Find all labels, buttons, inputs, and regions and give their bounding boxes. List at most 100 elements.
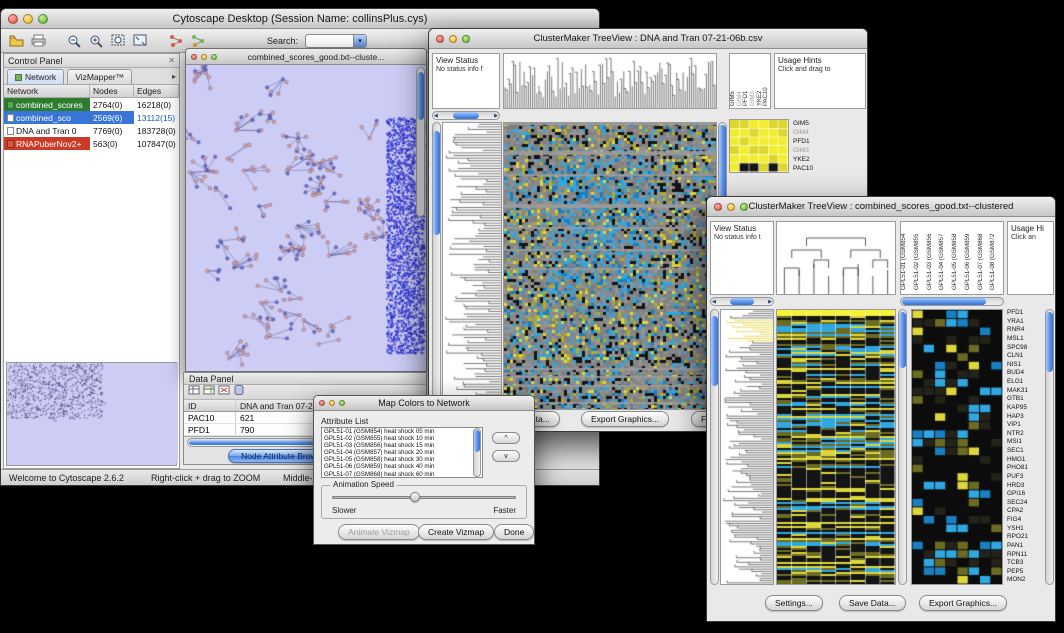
gene-label[interactable]: NTR2 [1007, 430, 1043, 439]
dendrogram-hscrollbar[interactable]: ◀▶ [432, 111, 500, 120]
zoom-button[interactable] [740, 203, 748, 211]
control-panel-close-icon[interactable]: ✕ [168, 56, 175, 65]
move-attribute-up-button[interactable]: ^ [492, 432, 520, 444]
network-list-row[interactable]: RNAPuberNov2+ 563(0) 107847(0) [4, 137, 179, 150]
gene-label[interactable]: CPA2 [1007, 507, 1043, 516]
gene-label[interactable]: SEC1 [1007, 447, 1043, 456]
zoom-row-label[interactable]: GIM3 [793, 146, 863, 155]
network-overview-thumbnail[interactable] [6, 362, 177, 466]
network-overview-canvas[interactable] [7, 363, 178, 463]
cytoscape-titlebar[interactable]: Cytoscape Desktop (Session Name: collins… [1, 9, 599, 29]
close-button[interactable] [191, 54, 197, 60]
zoom-column-label[interactable]: GIM5 [730, 56, 737, 106]
scroll-left-arrow-icon[interactable]: ◀ [712, 299, 716, 305]
row-dendrogram-canvas[interactable] [721, 310, 773, 584]
heatmap-vscrollbar[interactable] [898, 309, 907, 585]
tab-network[interactable]: Network [7, 69, 64, 84]
close-button[interactable] [8, 14, 18, 24]
column-dendrogram-canvas[interactable] [777, 222, 895, 294]
minimize-button[interactable] [727, 203, 735, 211]
network-tree-area[interactable] [4, 150, 179, 360]
attribute-list-item[interactable]: GPL51-04 (GSM857) heat shock 20 min [322, 449, 482, 456]
scroll-right-arrow-icon[interactable]: ▶ [494, 113, 498, 119]
attribute-select-icon[interactable] [188, 383, 200, 401]
zoom-column-label[interactable]: GPL51-07 (GSM868 [978, 224, 991, 290]
gene-label[interactable]: MSL1 [1007, 335, 1043, 344]
animate-vizmap-button[interactable]: Animate Vizmap [338, 524, 420, 540]
gene-label[interactable]: PAN1 [1007, 542, 1043, 551]
gene-label[interactable]: MON2 [1007, 576, 1043, 585]
close-button[interactable] [714, 203, 722, 211]
gene-label[interactable]: RPN11 [1007, 551, 1043, 560]
attribute-create-icon[interactable] [203, 383, 215, 401]
gene-label[interactable]: RNR4 [1007, 326, 1043, 335]
zoom-row-label[interactable]: GIM5 [793, 119, 863, 128]
search-input[interactable]: ▾ [305, 34, 367, 48]
zoom-selected-icon[interactable] [109, 32, 127, 50]
attribute-delete-icon[interactable] [218, 383, 230, 401]
attribute-list-item[interactable]: GPL51-02 (GSM855) heat shock 10 min [322, 435, 482, 442]
close-button[interactable] [436, 35, 444, 43]
column-header-id[interactable]: ID [184, 400, 236, 411]
gene-label[interactable]: MAK31 [1007, 387, 1043, 396]
zoom-heatmap-panel[interactable] [911, 309, 1003, 585]
network-list-row-selected[interactable]: combined_sco 2569(6) 13112(15) [4, 111, 179, 124]
minimize-button[interactable] [329, 400, 335, 406]
gene-label[interactable]: NIS1 [1007, 361, 1043, 370]
dendrogram-hscrollbar[interactable]: ◀▶ [710, 297, 774, 306]
zoom-button[interactable] [462, 35, 470, 43]
attribute-list-item[interactable]: GPL51-03 (GSM856) heat shock 15 min [322, 442, 482, 449]
column-header-network[interactable]: Network [4, 85, 90, 97]
column-header-edges[interactable]: Edges [134, 85, 179, 97]
zoom-matrix-canvas[interactable] [730, 120, 788, 172]
minimize-button[interactable] [449, 35, 457, 43]
animation-speed-slider[interactable] [332, 496, 516, 499]
gene-label[interactable]: PUF3 [1007, 473, 1043, 482]
gene-label[interactable]: SPC98 [1007, 344, 1043, 353]
zoom-row-label[interactable]: PAC10 [793, 164, 863, 173]
zoom-column-label[interactable]: GPL51-02 (GSM855 [914, 224, 927, 290]
zoom-row-label[interactable]: PFD1 [793, 137, 863, 146]
zoom-fit-icon[interactable] [131, 32, 149, 50]
zoom-column-label[interactable]: GPL51-03 (GSM856 [927, 224, 940, 290]
zoom-button[interactable] [211, 54, 217, 60]
attribute-list[interactable]: GPL51-01 (GSM854) heat shock 05 minGPL51… [321, 427, 483, 478]
save-data-button[interactable]: Save Data... [839, 595, 906, 611]
network-view-scrollbar[interactable] [416, 67, 425, 217]
column-header-nodes[interactable]: Nodes [90, 85, 134, 97]
heatmap-panel[interactable] [776, 309, 896, 585]
attribute-list-item[interactable]: GPL51-05 (GSM858) heat shock 30 min [322, 456, 482, 463]
column-dendrogram[interactable] [503, 53, 717, 109]
attribute-list-scrollbar[interactable] [473, 428, 481, 477]
gene-label[interactable]: VIP1 [1007, 421, 1043, 430]
network-list-row[interactable]: combined_scores 2764(0) 16218(0) [4, 98, 179, 111]
gene-label[interactable]: CLN1 [1007, 352, 1043, 361]
search-dropdown-arrow-icon[interactable]: ▾ [353, 35, 366, 47]
gene-label[interactable]: RPO21 [1007, 533, 1043, 542]
zoom-button[interactable] [339, 400, 345, 406]
zoom-in-icon[interactable] [87, 32, 105, 50]
heatmap-panel[interactable] [503, 122, 717, 410]
dna-heatmap-canvas[interactable] [504, 123, 716, 409]
attribute-list-item[interactable]: GPL51-06 (GSM859) heat shock 40 min [322, 463, 482, 470]
zoom-column-label[interactable]: GPL51-06 (GSM859 [965, 224, 978, 290]
zoom-hscrollbar[interactable] [900, 297, 1004, 306]
network-green-icon[interactable] [189, 32, 207, 50]
zoom-row-label[interactable]: YKE2 [793, 155, 863, 164]
attribute-list-item[interactable]: GPL51-01 (GSM854) heat shock 05 min [322, 428, 482, 435]
gene-label[interactable]: YSH1 [1007, 525, 1043, 534]
gene-label[interactable]: BUD4 [1007, 369, 1043, 378]
network-graph-canvas[interactable] [186, 65, 426, 371]
zoom-row-label[interactable]: GIM4 [793, 128, 863, 137]
gene-label[interactable]: HRD3 [1007, 482, 1043, 491]
row-dendrogram[interactable] [442, 122, 502, 410]
zoom-heatmap-canvas[interactable] [912, 310, 1002, 584]
attribute-database-icon[interactable] [233, 383, 245, 401]
treeview-dna-titlebar[interactable]: ClusterMaker TreeView : DNA and Tran 07-… [429, 29, 867, 49]
row-dendrogram[interactable] [720, 309, 774, 585]
tab-overflow-arrow-icon[interactable]: ▸ [172, 72, 176, 81]
minimize-button[interactable] [201, 54, 207, 60]
open-folder-icon[interactable] [7, 32, 25, 50]
zoom-out-icon[interactable] [65, 32, 83, 50]
gene-label[interactable]: HMG1 [1007, 456, 1043, 465]
